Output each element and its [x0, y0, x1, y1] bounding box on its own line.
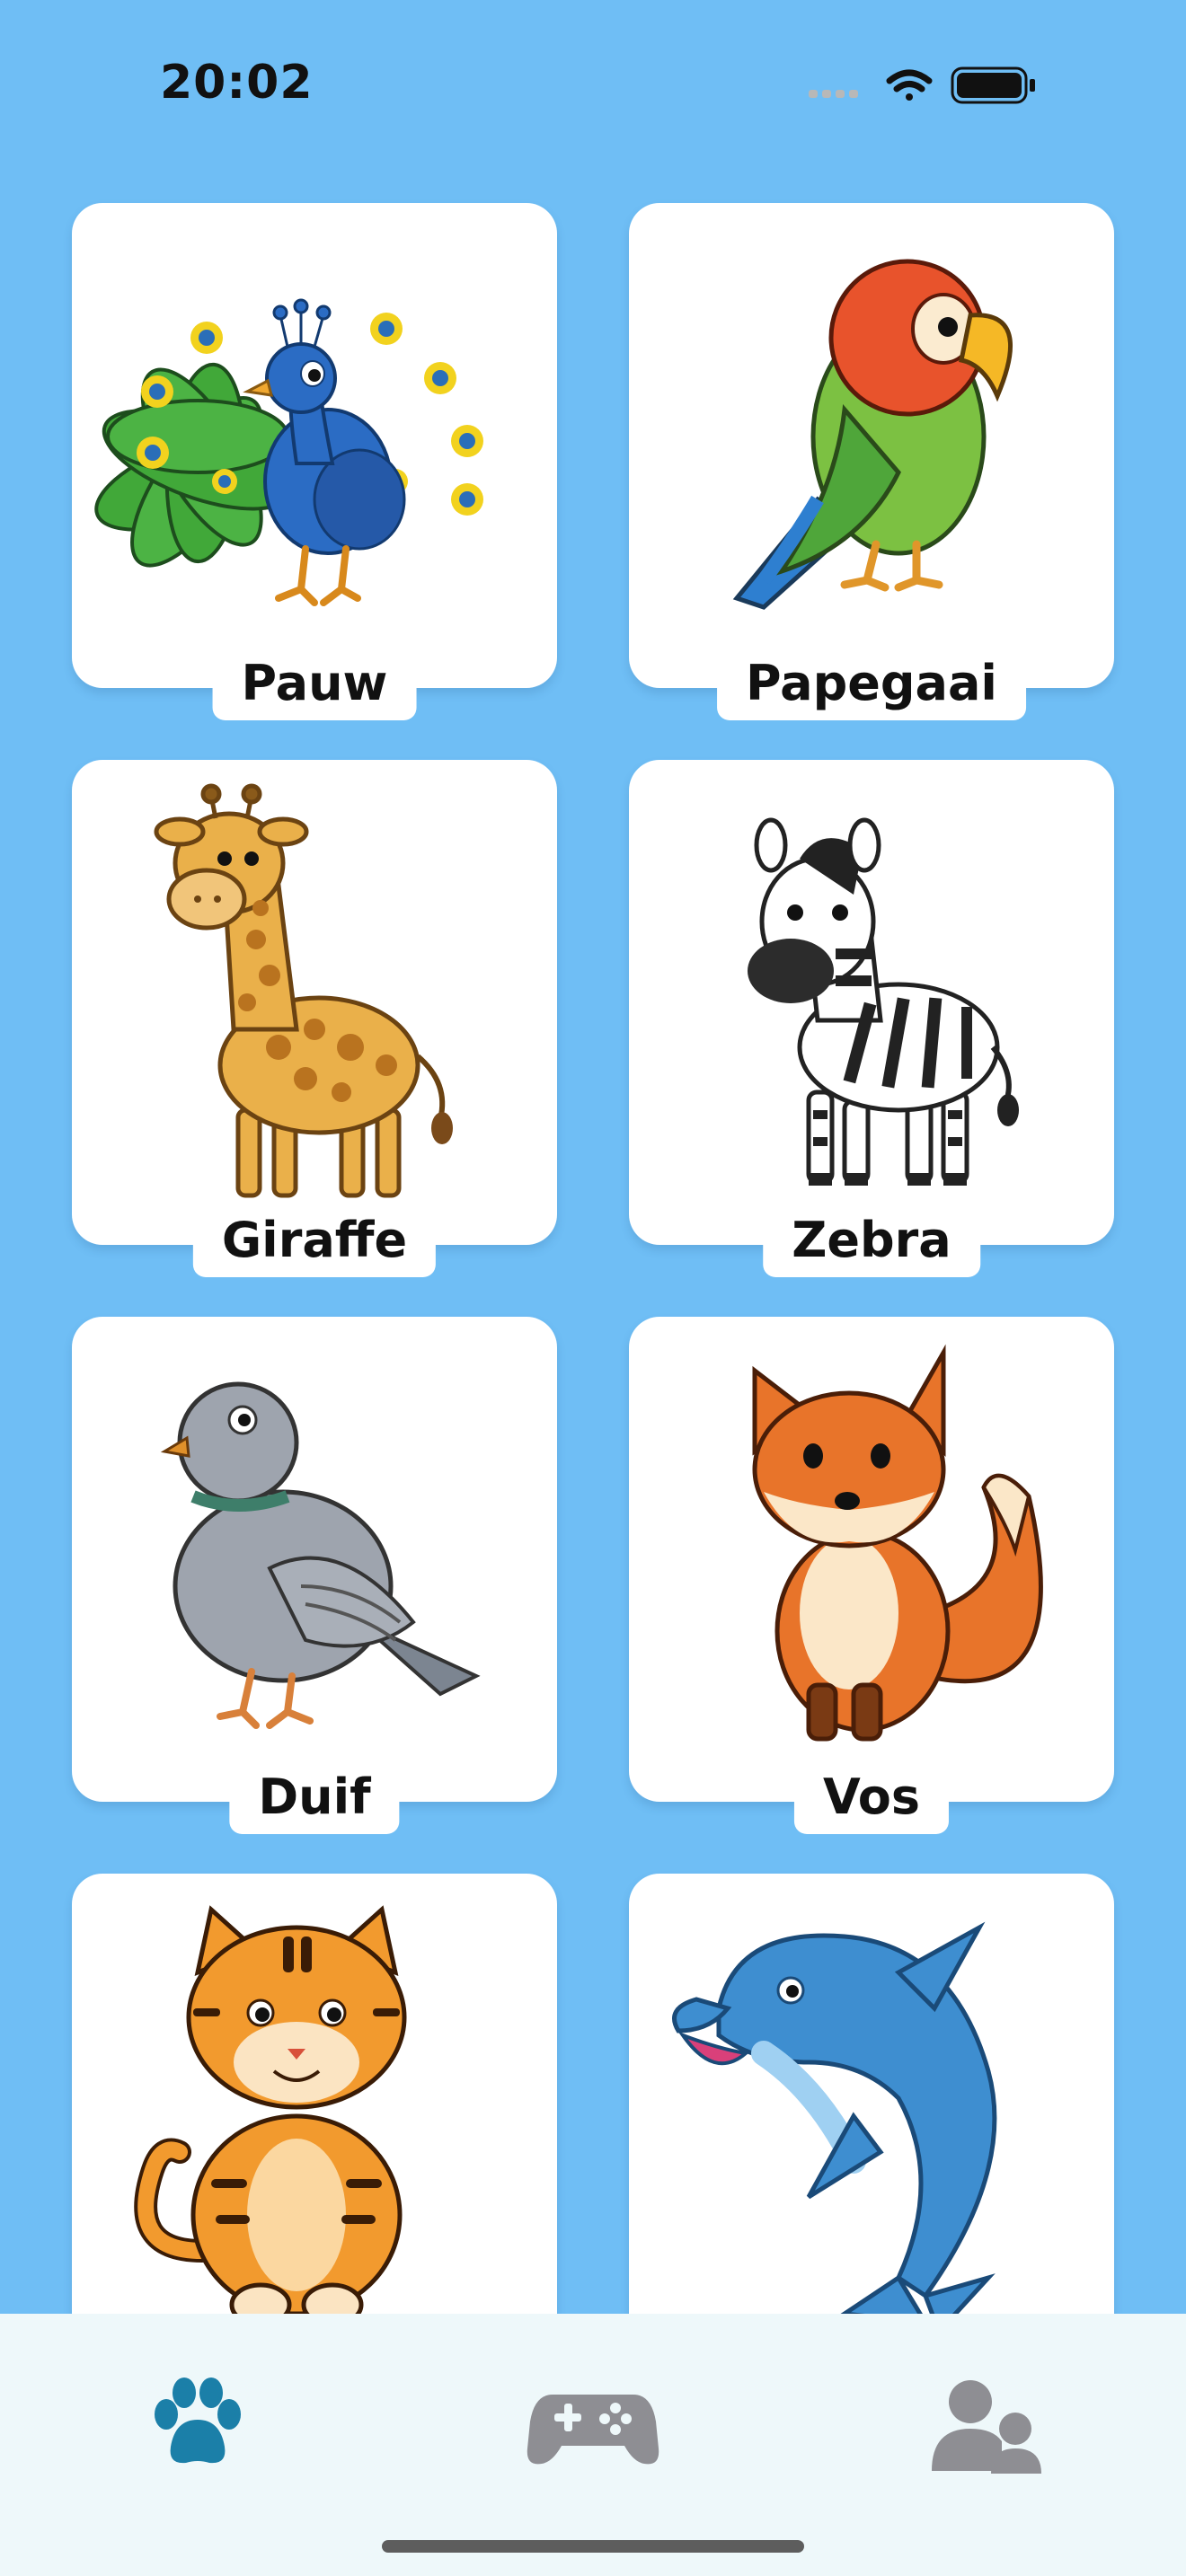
tab-games[interactable]: [521, 2368, 665, 2484]
animal-card-dolphin[interactable]: [629, 1874, 1114, 2359]
fox-illustration: [752, 1344, 1043, 1742]
animal-grid: Pauw Papegaai Giraffe Zebra Duif Vos: [0, 0, 1186, 2359]
giraffe-illustration: [154, 783, 453, 1198]
gamepad-icon: [527, 2395, 659, 2465]
dolphin-illustration: [672, 1921, 997, 2336]
animal-name: Pauw: [212, 651, 417, 720]
animal-card-duif[interactable]: Duif: [72, 1317, 557, 1834]
paw-icon: [155, 2378, 241, 2464]
animal-card-vos[interactable]: Vos: [629, 1317, 1114, 1834]
tab-animals[interactable]: [126, 2368, 270, 2484]
tab-profiles[interactable]: [916, 2368, 1060, 2484]
peacock-illustration: [94, 298, 483, 606]
animal-card-giraffe[interactable]: Giraffe: [72, 760, 557, 1277]
home-indicator[interactable]: [382, 2540, 804, 2553]
animal-card-papegaai[interactable]: Papegaai: [629, 203, 1114, 720]
users-icon: [932, 2380, 1041, 2474]
animal-card-pauw[interactable]: Pauw: [72, 203, 557, 720]
animal-card-tiger[interactable]: [72, 1874, 557, 2359]
parrot-illustration: [732, 259, 1013, 610]
pigeon-illustration: [160, 1381, 481, 1729]
animal-card-zebra[interactable]: Zebra: [629, 760, 1114, 1277]
animal-name: Vos: [793, 1765, 950, 1834]
animal-name: Zebra: [763, 1208, 980, 1277]
animal-name: Duif: [229, 1765, 400, 1834]
animal-name: Papegaai: [717, 651, 1026, 720]
tab-bar: [0, 2314, 1186, 2576]
animal-name: Giraffe: [192, 1208, 437, 1277]
tiger-illustration: [134, 1905, 407, 2327]
zebra-illustration: [748, 817, 1019, 1186]
